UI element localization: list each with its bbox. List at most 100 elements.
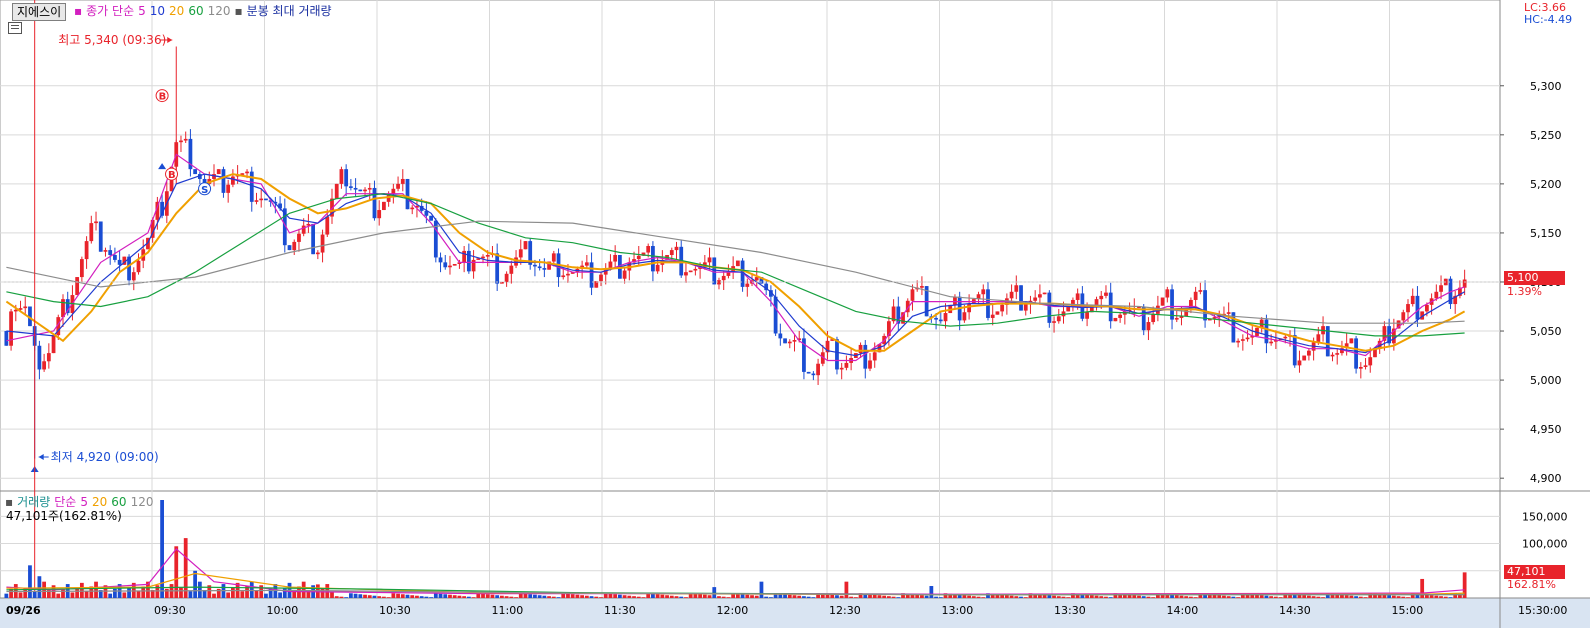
- trade-marker-letter: S: [201, 185, 208, 196]
- candle-body: [792, 340, 797, 342]
- candle-body: [518, 249, 523, 258]
- volume-bar: [674, 596, 679, 598]
- volume-bar: [617, 594, 622, 598]
- candle-body: [23, 306, 28, 309]
- volume-bar: [495, 595, 500, 598]
- candle-body: [589, 262, 594, 288]
- candle-body: [179, 140, 183, 143]
- volume-bar: [641, 597, 646, 598]
- candle-body: [551, 253, 556, 262]
- candle-body: [1439, 285, 1443, 292]
- volume-bar: [1014, 596, 1019, 598]
- candle-body: [287, 245, 292, 251]
- volume-bar: [1231, 596, 1236, 598]
- time-tick-label: 11:00: [492, 604, 524, 617]
- candle-body: [995, 311, 1000, 315]
- candle-body: [254, 200, 259, 202]
- volume-bar: [264, 593, 268, 598]
- candle-body: [443, 262, 448, 268]
- candle-body: [348, 186, 353, 188]
- volume-bar: [962, 595, 967, 598]
- candle-body: [131, 272, 136, 281]
- volume-bar: [330, 592, 334, 598]
- volume-bar: [462, 596, 467, 598]
- price-tick-label: 5,250: [1530, 129, 1562, 142]
- candle-body: [372, 187, 377, 219]
- volume-bar: [1141, 596, 1146, 598]
- candle-body: [1363, 365, 1368, 368]
- volume-bar: [1151, 597, 1156, 598]
- candle-body: [113, 255, 117, 260]
- candle-body: [943, 313, 948, 322]
- stock-name-tab[interactable]: 지에스이: [12, 3, 67, 21]
- volume-bar: [528, 594, 533, 598]
- high-label: 최고 5,340 (09:36): [58, 33, 166, 47]
- candle-body: [226, 184, 231, 193]
- candle-body: [684, 272, 688, 276]
- volume-bar: [976, 596, 981, 598]
- volume-bar: [551, 596, 556, 598]
- candle-body: [962, 312, 967, 321]
- candle-body: [1000, 304, 1005, 312]
- volume-bar: [636, 596, 641, 598]
- time-tick-label: 11:30: [604, 604, 636, 617]
- candle-body: [646, 246, 651, 253]
- volume-bar: [164, 588, 169, 598]
- candle-body: [712, 257, 717, 285]
- volume-bar: [509, 596, 514, 598]
- candle-body: [1052, 321, 1056, 323]
- volume-bar: [533, 594, 537, 598]
- volume-bar: [1344, 595, 1349, 598]
- volume-bar: [471, 597, 476, 598]
- candle-body: [1415, 295, 1420, 320]
- volume-bar: [651, 593, 655, 598]
- candle-body: [613, 255, 618, 262]
- candle-body: [94, 221, 98, 224]
- candle-body: [315, 252, 320, 255]
- volume-bar: [721, 596, 726, 598]
- volume-bar: [410, 595, 415, 598]
- candle-body: [523, 241, 528, 250]
- candle-body: [1203, 290, 1207, 321]
- candle-body: [1424, 304, 1429, 312]
- candle-body: [231, 176, 235, 185]
- volume-bar: [334, 596, 339, 598]
- candle-body: [839, 367, 844, 370]
- volume-bar: [37, 576, 42, 598]
- candle-body: [599, 274, 603, 282]
- candle-body: [1075, 293, 1080, 300]
- candle-body: [868, 360, 872, 369]
- price-tick-label: 5,150: [1530, 227, 1562, 240]
- volume-bar: [1179, 595, 1184, 598]
- candle-body: [353, 187, 358, 190]
- volume-bar: [608, 593, 613, 598]
- volume-bar: [613, 594, 618, 598]
- volume-bar: [212, 593, 216, 598]
- volume-bar: [915, 594, 920, 598]
- candle-body: [509, 265, 514, 274]
- volume-bar: [811, 597, 816, 598]
- volume-bar: [1278, 597, 1283, 598]
- volume-bar: [415, 595, 419, 598]
- price-change-badge: 1.39%: [1507, 285, 1542, 298]
- candle-body: [934, 317, 938, 320]
- volume-bar: [1094, 595, 1099, 598]
- volume-bar: [702, 594, 707, 598]
- chart-menu-icon[interactable]: [8, 22, 22, 34]
- volume-bar: [136, 591, 141, 598]
- candle-body: [1113, 317, 1118, 322]
- candle-body: [622, 270, 627, 279]
- candle-body: [311, 223, 316, 255]
- candle-body: [292, 241, 297, 251]
- volume-bar: [226, 592, 231, 598]
- volume-bar: [575, 594, 580, 598]
- candle-body: [438, 257, 443, 263]
- candle-body: [1160, 297, 1165, 306]
- volume-bar: [1019, 596, 1023, 598]
- candle-body: [382, 201, 386, 211]
- candle-body: [773, 296, 778, 334]
- chart-canvas[interactable]: 5,300 5,250 5,200 5,150 5,100 5,050 5,000 4,950…: [0, 0, 1590, 628]
- candle-body: [688, 270, 693, 273]
- volume-bar: [188, 591, 193, 598]
- volume-bar: [938, 597, 943, 598]
